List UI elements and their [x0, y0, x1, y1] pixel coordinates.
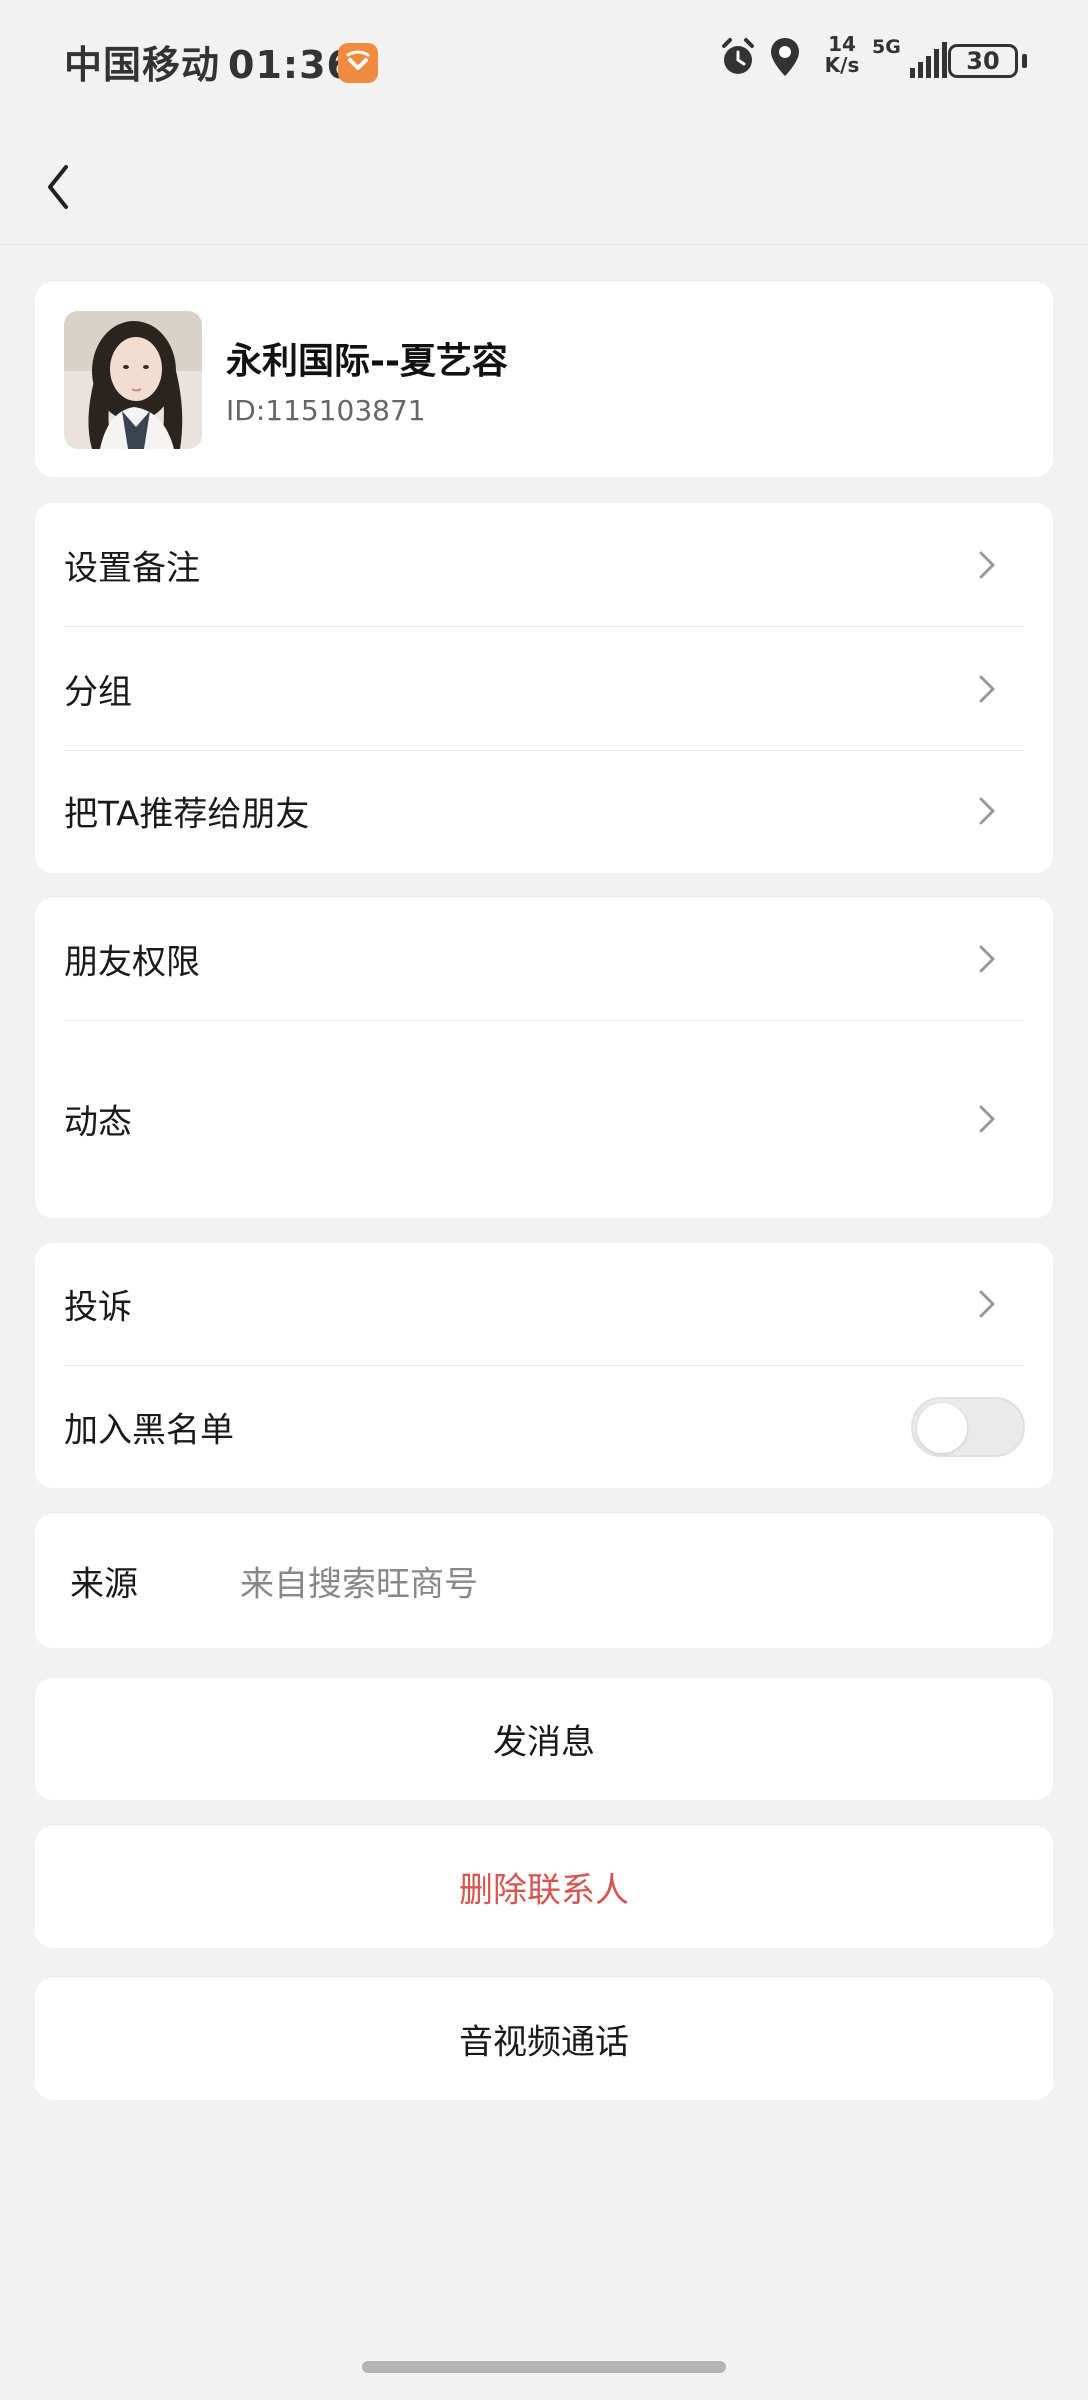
blacklist-toggle[interactable] [911, 1397, 1025, 1457]
row-label: 把TA推荐给朋友 [64, 794, 310, 835]
row-friend-permissions[interactable]: 朋友权限 [35, 898, 1053, 1020]
row-blacklist: 加入黑名单 [35, 1366, 1053, 1488]
row-moments[interactable]: 动态 [35, 1021, 1053, 1218]
home-indicator[interactable] [362, 2361, 726, 2373]
network-type: 5G [872, 36, 901, 58]
row-complaint[interactable]: 投诉 [35, 1243, 1053, 1365]
net-speed-value: 14 [828, 32, 856, 56]
carrier-name: 中国移动 [64, 43, 221, 87]
clock: 01:36 [228, 43, 354, 87]
row-group[interactable]: 分组 [35, 627, 1053, 750]
toggle-knob [917, 1403, 967, 1453]
contact-detail-page: 中国移动 01:36 14 K/s 5G 30 永利国际--夏艺容 ID:115… [0, 0, 1088, 2400]
chevron-right-icon [979, 1105, 995, 1133]
settings-group-3: 投诉 加入黑名单 [35, 1243, 1053, 1488]
av-call-button[interactable]: 音视频通话 [35, 1978, 1053, 2100]
send-message-label: 发消息 [493, 1722, 595, 1763]
signal-icon [910, 42, 947, 78]
battery-level: 30 [966, 47, 1000, 75]
alarm-icon [722, 38, 754, 74]
chevron-right-icon [979, 551, 995, 579]
row-label: 分组 [64, 672, 132, 713]
chevron-right-icon [979, 797, 995, 825]
net-speed: 14 K/s [820, 34, 864, 76]
row-label: 朋友权限 [64, 942, 200, 983]
battery-tip [1022, 54, 1027, 68]
profile-id: ID:115103871 [226, 394, 426, 427]
row-label: 加入黑名单 [64, 1410, 234, 1451]
net-speed-unit: K/s [824, 53, 860, 77]
row-label: 动态 [64, 1102, 132, 1143]
row-label: 设置备注 [64, 548, 200, 589]
battery-icon: 30 [948, 44, 1018, 78]
settings-group-1: 设置备注 分组 把TA推荐给朋友 [35, 503, 1053, 873]
source-label: 来源 [70, 1564, 138, 1605]
source-card: 来源 来自搜索旺商号 [35, 1514, 1053, 1648]
delete-contact-button[interactable]: 删除联系人 [35, 1826, 1053, 1948]
profile-name: 永利国际--夏艺容 [226, 341, 508, 382]
nav-bar [0, 125, 1088, 245]
avatar[interactable] [64, 311, 202, 449]
chevron-right-icon [979, 1290, 995, 1318]
delete-contact-label: 删除联系人 [459, 1870, 629, 1911]
carrier-time: 中国移动 01:36 [64, 34, 354, 89]
chevron-right-icon [979, 945, 995, 973]
back-button[interactable] [30, 145, 90, 225]
location-icon [771, 38, 799, 76]
chevron-left-icon [48, 165, 68, 209]
app-badge-icon [338, 43, 378, 83]
av-call-label: 音视频通话 [459, 2022, 629, 2063]
row-recommend-to-friend[interactable]: 把TA推荐给朋友 [35, 751, 1053, 873]
chevron-right-icon [979, 675, 995, 703]
settings-group-2: 朋友权限 动态 [35, 898, 1053, 1218]
profile-card[interactable]: 永利国际--夏艺容 ID:115103871 [35, 282, 1053, 477]
send-message-button[interactable]: 发消息 [35, 1678, 1053, 1800]
row-set-remark[interactable]: 设置备注 [35, 503, 1053, 626]
row-label: 投诉 [64, 1287, 132, 1328]
source-value: 来自搜索旺商号 [240, 1564, 478, 1605]
status-bar: 中国移动 01:36 14 K/s 5G 30 [0, 0, 1088, 125]
